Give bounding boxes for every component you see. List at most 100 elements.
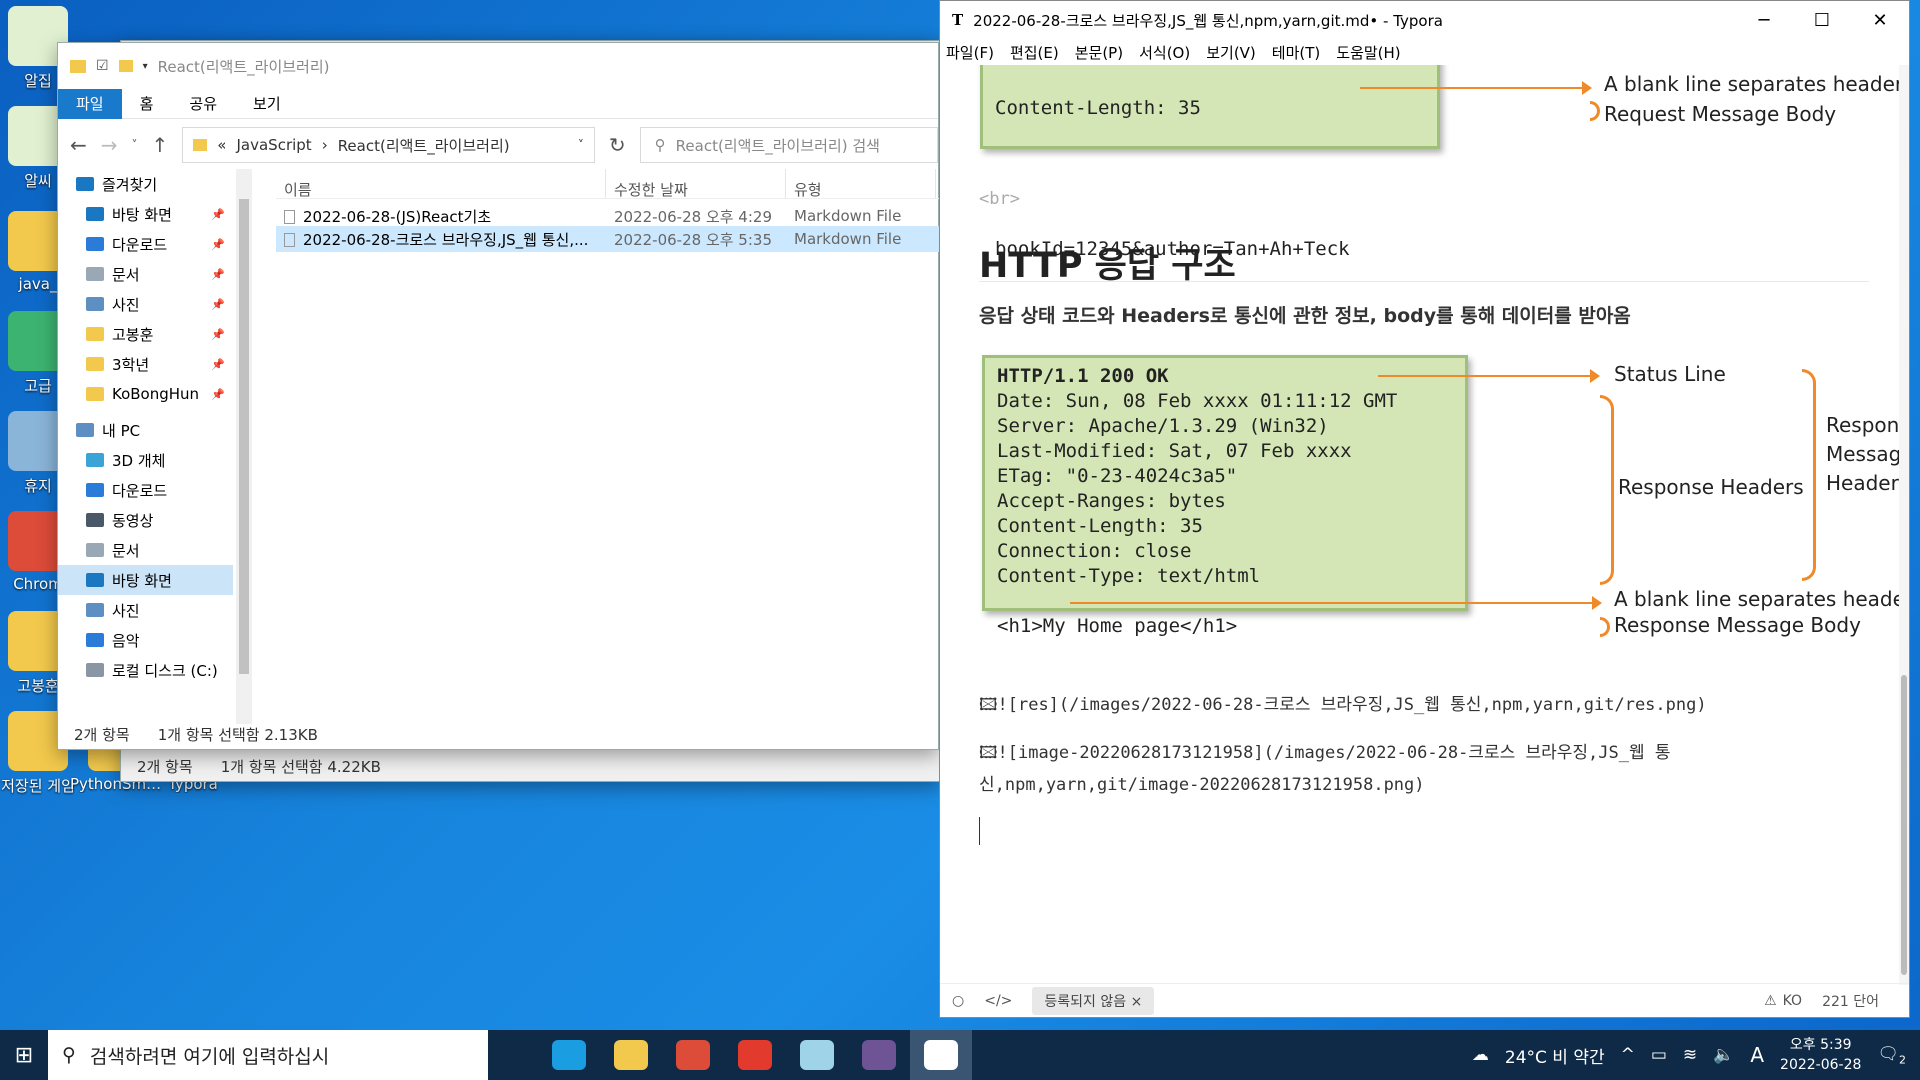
warning-icon[interactable]: ⚠ — [1764, 993, 1777, 1009]
heading-rule — [979, 281, 1869, 282]
request-note-cut: Content-Length: 35 — [995, 97, 1201, 119]
typora-titlebar: T 2022-06-28-크로스 브라우징,JS_웹 통신,npm,yarn,g… — [940, 1, 1909, 39]
pin-icon: 📌 — [211, 327, 225, 341]
taskbar-app-typora[interactable] — [910, 1030, 972, 1080]
nav-item[interactable]: KoBongHun 📌 — [58, 379, 233, 409]
taskbar-search[interactable]: ⚲ 검색하려면 여기에 입력하십시 — [48, 1030, 488, 1080]
date: 2022-06-28 — [1780, 1057, 1862, 1073]
nav-scrollbar[interactable] — [236, 169, 252, 724]
nav-item[interactable]: 다운로드 📌 — [58, 229, 233, 259]
wifi-icon[interactable]: ≋ — [1683, 1045, 1697, 1065]
menu-item[interactable]: 편집(E) — [1010, 42, 1059, 63]
address-bar[interactable]: « JavaScript › React(리액트_라이브러리) ˅ — [182, 127, 595, 163]
response-line: Accept-Ranges: bytes — [997, 490, 1226, 512]
ribbon-tab[interactable]: 파일 — [58, 88, 122, 119]
weather-text[interactable]: 24°C 비 약간 — [1505, 1043, 1605, 1068]
unregistered-badge[interactable]: 등록되지 않음 × — [1032, 986, 1155, 1015]
dropdown-icon[interactable]: ▾ — [143, 61, 148, 72]
nav-item[interactable]: 바탕 화면 — [58, 565, 233, 595]
taskbar-app-file-explorer[interactable] — [600, 1030, 662, 1080]
recent-chevron-icon[interactable]: ˅ — [132, 138, 138, 152]
checkbox-icon[interactable]: ☑ — [96, 58, 109, 74]
typora-window[interactable]: T 2022-06-28-크로스 브라우징,JS_웹 통신,npm,yarn,g… — [939, 0, 1910, 1018]
nav-item[interactable]: 3학년 📌 — [58, 349, 233, 379]
scrollbar-thumb[interactable] — [239, 199, 249, 674]
nav-item[interactable]: 로컬 디스크 (C:) — [58, 655, 233, 685]
taskbar-app-notes[interactable] — [786, 1030, 848, 1080]
nav-item-label: 동영상 — [112, 511, 154, 530]
image-markdown-1: 🖾![res](/images/2022-06-28-크로스 브라우징,JS_웹… — [979, 695, 1707, 715]
weather-icon[interactable]: ☁ — [1472, 1045, 1489, 1065]
nav-item[interactable]: 다운로드 — [58, 475, 233, 505]
typora-icon — [924, 1040, 958, 1070]
editor-content[interactable]: Content-Length: 35 bookId=12345&author=T… — [940, 65, 1900, 985]
taskbar-app-edge[interactable] — [538, 1030, 600, 1080]
column-name[interactable]: 이름 — [276, 169, 606, 199]
nav-item[interactable]: 사진 📌 — [58, 289, 233, 319]
source-code-icon[interactable]: </> — [984, 993, 1012, 1009]
nav-item[interactable]: 동영상 — [58, 505, 233, 535]
column-date[interactable]: 수정한 날짜 — [606, 169, 786, 199]
status-selected: 1개 항목 선택함 2.13KB — [157, 725, 318, 744]
nav-item[interactable]: 문서 📌 — [58, 259, 233, 289]
nav-item[interactable]: 바탕 화면 📌 — [58, 199, 233, 229]
breadcrumb-item[interactable]: JavaScript — [236, 136, 311, 154]
paragraph: 응답 상태 코드와 Headers로 통신에 관한 정보, body를 통해 데… — [979, 305, 1631, 327]
breadcrumb-prefix[interactable]: « — [217, 136, 226, 154]
taskbar-app-chrome[interactable] — [662, 1030, 724, 1080]
ribbon-tab[interactable]: 공유 — [171, 89, 235, 119]
maximize-icon[interactable]: ☐ — [1793, 10, 1851, 31]
editor-scrollbar[interactable] — [1899, 65, 1909, 985]
ribbon-tab[interactable]: 홈 — [122, 89, 172, 119]
response-headers-label: Response Headers — [1618, 475, 1804, 499]
start-button[interactable]: ⊞ — [0, 1030, 48, 1080]
folder-icon — [118, 60, 133, 72]
chevron-down-icon[interactable]: ˅ — [578, 138, 584, 152]
nav-item[interactable]: 고봉훈 📌 — [58, 319, 233, 349]
status-selected: 1개 항목 선택함 4.22KB — [220, 757, 381, 776]
back-arrow-icon[interactable]: ← — [70, 133, 87, 157]
outline-toggle-icon[interactable]: ○ — [952, 993, 964, 1009]
menu-item[interactable]: 본문(P) — [1075, 42, 1123, 63]
nav-icon — [76, 423, 94, 437]
up-arrow-icon[interactable]: ↑ — [152, 133, 169, 157]
menu-item[interactable]: 서식(O) — [1139, 42, 1190, 63]
ime-indicator[interactable]: A — [1750, 1043, 1764, 1067]
explorer-window[interactable]: ☑ ▾ React(리액트_라이브러리) 파일 홈 공유 보기 ← → ˅ ↑ « J… — [57, 42, 940, 750]
nav-item[interactable]: 음악 — [58, 625, 233, 655]
word-count[interactable]: 221 단어 — [1822, 991, 1879, 1011]
menu-item[interactable]: 파일(F) — [946, 42, 994, 63]
volume-icon[interactable]: 🔈 — [1713, 1045, 1734, 1065]
nav-item[interactable]: 문서 — [58, 535, 233, 565]
nav-icon — [86, 543, 104, 557]
menu-item[interactable]: 도움말(H) — [1336, 42, 1400, 63]
taskbar-app-bandicam[interactable] — [724, 1030, 786, 1080]
status-line-label: Status Line — [1614, 362, 1726, 386]
taskbar-app-github[interactable] — [848, 1030, 910, 1080]
file-row[interactable]: 2022-06-28-크로스 브라우징,JS_웹 통신,... 2022-06-2… — [276, 226, 940, 252]
minimize-icon[interactable]: ─ — [1735, 10, 1793, 31]
window-title: React(리액트_라이브러리) — [157, 57, 330, 76]
refresh-icon[interactable]: ↻ — [609, 133, 626, 157]
scrollbar-thumb[interactable] — [1901, 675, 1907, 975]
close-icon[interactable]: ✕ — [1851, 10, 1909, 31]
nav-item[interactable]: 3D 개체 — [58, 445, 233, 475]
nav-item[interactable]: 즐겨찾기 — [58, 169, 233, 199]
show-hidden-icon[interactable]: ^ — [1621, 1045, 1635, 1065]
file-type: Markdown File — [794, 207, 902, 225]
menu-item[interactable]: 보기(V) — [1206, 42, 1256, 63]
nav-item[interactable]: 내 PC — [58, 415, 233, 445]
language-indicator[interactable]: KO — [1783, 993, 1802, 1009]
nav-item-label: 로컬 디스크 (C:) — [112, 661, 218, 680]
ribbon-tab[interactable]: 보기 — [235, 89, 299, 119]
search-input[interactable]: ⚲ React(리액트_라이브러리) 검색 — [639, 127, 938, 163]
breadcrumb-item[interactable]: React(리액트_라이브러리) — [338, 135, 510, 156]
battery-icon[interactable]: ▭ — [1651, 1045, 1667, 1065]
clock[interactable]: 오후 5:39 2022-06-28 — [1780, 1035, 1861, 1075]
menu-item[interactable]: 테마(T) — [1272, 42, 1320, 63]
forward-arrow-icon[interactable]: → — [101, 133, 118, 157]
brace-icon — [1590, 101, 1600, 121]
notification-icon[interactable]: 🗨2 — [1877, 1044, 1906, 1066]
column-type[interactable]: 유형 — [786, 169, 936, 199]
nav-item[interactable]: 사진 — [58, 595, 233, 625]
